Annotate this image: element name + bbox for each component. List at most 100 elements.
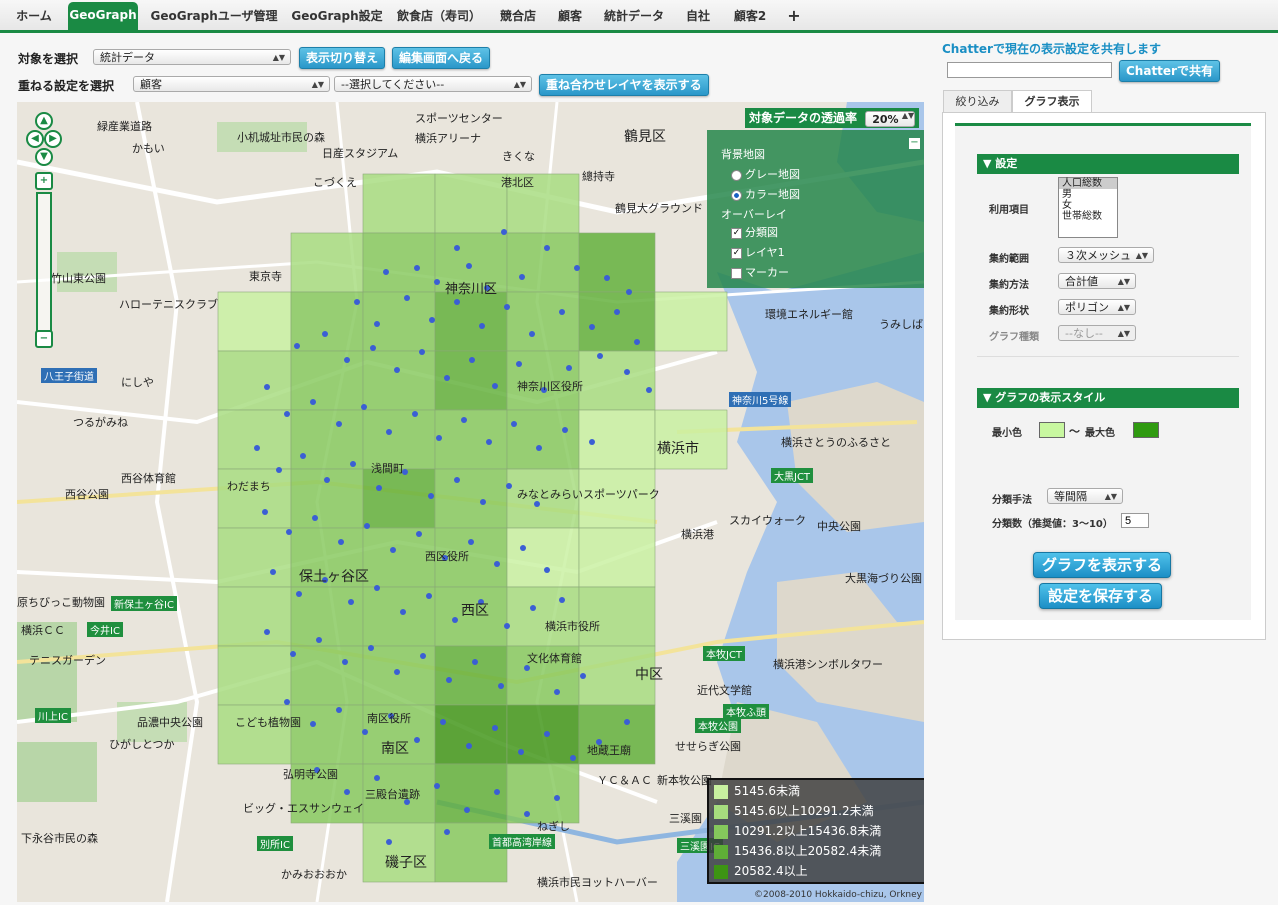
list-item[interactable]: 男: [1059, 189, 1117, 200]
style-section-header[interactable]: ▼ グラフの表示スタイル: [977, 388, 1239, 408]
show-graph-button[interactable]: グラフを表示する: [1033, 552, 1172, 578]
show-overlay-button[interactable]: 重ね合わせレイヤを表示する: [539, 74, 709, 96]
tab-customers[interactable]: 顧客: [550, 4, 590, 28]
class-count-label: 分類数（推奨値：3〜10）: [992, 519, 1113, 530]
classify-method-select-value: 等間隔: [1054, 490, 1087, 503]
map-label: 横浜アリーナ: [415, 132, 481, 145]
tilde-label: 〜: [1069, 425, 1080, 438]
tab-filter[interactable]: 絞り込み: [943, 90, 1012, 113]
tab-customers2[interactable]: 顧客2: [724, 4, 776, 28]
settings-section-header[interactable]: ▼ 設定: [977, 154, 1239, 174]
tab-competitors[interactable]: 競合店: [492, 4, 544, 28]
classify-method-select[interactable]: 等間隔 ▲▼: [1047, 488, 1123, 504]
map-label: 浅間町: [371, 462, 404, 475]
map-copyright: ©2008-2010 Hokkaido-chizu, Orkney: [754, 890, 922, 900]
add-tab-icon[interactable]: +: [782, 4, 806, 28]
overlay-sub-select-value: --選択してください--: [341, 78, 445, 91]
map-road-sign: 川上IC: [35, 708, 71, 723]
pan-left-icon[interactable]: ◀: [26, 130, 44, 148]
opacity-label: 対象データの透過率: [749, 111, 858, 125]
tab-graph-display[interactable]: グラフ表示: [1012, 90, 1092, 114]
pan-right-icon[interactable]: ▶: [44, 130, 62, 148]
collapse-panel-icon[interactable]: −: [909, 138, 920, 149]
map-label: 品濃中央公園: [137, 716, 203, 729]
bg-map-heading: 背景地図: [721, 148, 765, 161]
map-road-sign: 八王子街道: [41, 368, 97, 383]
map-label: ハローテニスクラブ: [119, 298, 218, 311]
map-label: 三溪園: [669, 812, 702, 825]
opacity-select[interactable]: 20% ▲▼: [865, 110, 916, 127]
min-color-label: 最小色: [992, 428, 1022, 439]
legend-item: 5145.6未満: [714, 782, 800, 800]
tab-geograph[interactable]: GeoGraph: [68, 2, 138, 30]
class-count-input[interactable]: [1121, 513, 1149, 528]
pan-down-icon[interactable]: ▼: [35, 148, 53, 166]
overlay-label: 重ねる設定を選択: [18, 79, 115, 93]
classification-layer-toggle[interactable]: ✓ 分類図: [731, 224, 778, 240]
legend-item: 15436.8以上20582.4未満: [714, 842, 881, 860]
map-canvas[interactable]: 緑産業道路 かもい 小机城址市民の森 日産スタジアム 横浜アリーナ スポーツセン…: [17, 102, 924, 902]
legend-label: 15436.8以上20582.4未満: [734, 844, 882, 858]
map-label: 横浜さとうのふるさと: [781, 436, 891, 449]
opacity-select-value: 20%: [872, 112, 899, 126]
overlay-select[interactable]: 顧客 ▲▼: [133, 76, 330, 92]
range-select[interactable]: ３次メッシュ ▲▼: [1058, 247, 1154, 263]
range-label: 集約範囲: [989, 254, 1029, 265]
back-to-edit-button[interactable]: 編集画面へ戻る: [392, 47, 491, 69]
items-label: 利用項目: [989, 205, 1029, 216]
share-input[interactable]: [947, 62, 1112, 78]
save-settings-button[interactable]: 設定を保存する: [1039, 583, 1163, 609]
map-road-sign: 新保土ヶ谷IC: [111, 596, 177, 611]
tab-geograph-user-admin[interactable]: GeoGraphユーザ管理: [146, 4, 282, 28]
map-label: テニスガーデン: [29, 654, 106, 667]
shape-select[interactable]: ポリゴン ▲▼: [1058, 299, 1136, 315]
graph-type-select[interactable]: --なし-- ▲▼: [1058, 325, 1136, 341]
list-item[interactable]: 世帯総数: [1059, 211, 1117, 222]
toggle-display-button[interactable]: 表示切り替え: [299, 47, 386, 69]
max-color-swatch[interactable]: [1133, 422, 1159, 438]
pan-up-icon[interactable]: ▲: [35, 112, 53, 130]
zoom-slider[interactable]: [36, 192, 52, 332]
min-color-swatch[interactable]: [1039, 422, 1065, 438]
chatter-share-button[interactable]: Chatterで共有: [1119, 60, 1220, 82]
layer1-toggle[interactable]: ✓ レイヤ1: [731, 244, 785, 260]
legend-item: 20582.4以上: [714, 862, 808, 880]
gray-map-label: グレー地図: [745, 168, 800, 181]
list-item[interactable]: 人口総数: [1059, 178, 1117, 189]
map-label: 神奈川区役所: [517, 380, 583, 393]
layer1-label: レイヤ1: [745, 246, 785, 259]
target-select[interactable]: 統計データ ▲▼: [93, 49, 291, 65]
map-label: 横浜市: [657, 441, 699, 457]
legend-swatch-3: [714, 844, 728, 859]
zoom-out-icon[interactable]: −: [35, 330, 53, 348]
map-label: ひがしとつか: [109, 738, 175, 751]
graph-settings-panel: ▼ 設定 利用項目 人口総数 男 女 世帯総数 集約範囲 ３次メッシュ ▲▼ 集約…: [942, 112, 1266, 640]
checkbox-icon: [731, 267, 742, 279]
tab-home[interactable]: ホーム: [6, 4, 62, 28]
radio-icon: [731, 169, 742, 181]
shape-select-value: ポリゴン: [1065, 301, 1109, 314]
map-label: ビッグ・エスサンウェイ: [243, 802, 364, 815]
tab-restaurants[interactable]: 飲食店（寿司）: [392, 4, 486, 28]
map-label: にしや: [121, 376, 154, 389]
map-label: 南区: [381, 741, 409, 757]
overlay-select-value: 顧客: [140, 78, 162, 91]
gray-map-option[interactable]: グレー地図: [731, 166, 800, 182]
overlay-sub-select[interactable]: --選択してください-- ▲▼: [334, 76, 532, 92]
list-item[interactable]: 女: [1059, 200, 1117, 211]
zoom-in-icon[interactable]: +: [35, 172, 53, 190]
color-map-option[interactable]: カラー地図: [731, 186, 800, 202]
items-listbox[interactable]: 人口総数 男 女 世帯総数: [1058, 177, 1118, 238]
map-road-sign: 本牧公園: [695, 718, 741, 733]
marker-layer-toggle[interactable]: マーカー: [731, 264, 789, 280]
tab-statistics[interactable]: 統計データ: [596, 4, 672, 28]
map-label: 中区: [635, 667, 663, 683]
map-label: かみおおおか: [281, 868, 347, 881]
tab-geograph-settings[interactable]: GeoGraph設定: [288, 4, 386, 28]
select-arrow-icon: ▲▼: [1117, 303, 1130, 312]
method-select[interactable]: 合計値 ▲▼: [1058, 273, 1136, 289]
legend-label: 10291.2以上15436.8未満: [734, 824, 882, 838]
tab-own-company[interactable]: 自社: [678, 4, 718, 28]
map-label: スカイウォーク: [729, 514, 806, 527]
legend-swatch-2: [714, 824, 728, 839]
